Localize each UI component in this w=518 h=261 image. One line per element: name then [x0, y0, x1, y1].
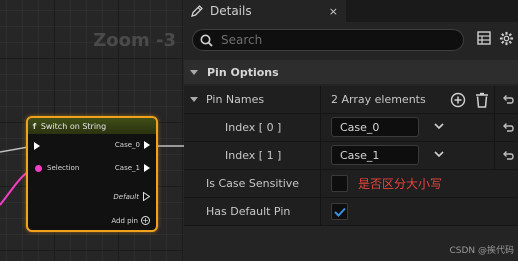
case-0-exec-icon [144, 141, 150, 149]
is-case-sensitive-checkbox[interactable] [331, 175, 348, 192]
pin-names-label: Pin Names [206, 93, 265, 106]
case-1-label: Case_1 [114, 164, 140, 172]
switch-on-string-node[interactable]: f Switch on String Case_0 Selection Case… [26, 116, 158, 232]
search-icon [200, 34, 213, 47]
pin-names-count: 2 Array elements [331, 93, 426, 106]
property-matrix-icon[interactable] [477, 31, 491, 45]
reset-divider [494, 86, 495, 114]
reset-divider [494, 114, 495, 142]
watermark: CSDN @挨代码 [449, 246, 514, 256]
default-label: Default [113, 192, 139, 201]
chevron-down-icon[interactable] [434, 123, 444, 130]
reset-to-default-icon[interactable] [502, 150, 514, 162]
case-1-input[interactable]: Case_1 [331, 145, 419, 165]
index-0-label: Index [ 0 ] [225, 121, 282, 134]
expand-caret-icon[interactable] [190, 97, 198, 102]
case-1-exec-icon [144, 164, 150, 172]
reset-to-default-icon[interactable] [502, 122, 514, 134]
column-divider [320, 142, 321, 170]
checkmark-icon [333, 207, 346, 217]
index-1-label: Index [ 1 ] [225, 149, 282, 162]
search-input[interactable]: Search [192, 29, 464, 51]
settings-gear-icon[interactable] [499, 31, 514, 46]
case-1-pin[interactable]: Case_1 [115, 164, 150, 172]
column-divider [320, 114, 321, 142]
details-panel: Details × Search Pin Options Pin Names 2… [184, 0, 518, 261]
pin-name-row-0: Index [ 0 ] Case_0 [184, 114, 518, 142]
default-pin[interactable]: Default [113, 192, 150, 201]
node-title: Switch on String [40, 121, 107, 131]
pin-name-row-1: Index [ 1 ] Case_1 [184, 142, 518, 170]
case-0-input[interactable]: Case_0 [331, 117, 419, 137]
reset-to-default-icon[interactable] [502, 94, 514, 106]
tab-bar: Details × [184, 0, 518, 22]
add-icon: + [141, 215, 150, 225]
column-divider [320, 86, 321, 114]
search-placeholder: Search [221, 33, 263, 47]
close-icon[interactable]: × [329, 5, 338, 18]
add-pin-button[interactable]: Add pin + [111, 216, 150, 225]
string-pin-icon [35, 164, 42, 172]
is-case-sensitive-row: Is Case Sensitive 是否区分大小写 [184, 170, 518, 198]
zoom-level-label: Zoom -3 [93, 30, 176, 51]
section-title: Pin Options [207, 65, 279, 79]
pin-names-row: Pin Names 2 Array elements [184, 86, 518, 114]
has-default-pin-label: Has Default Pin [206, 205, 291, 218]
has-default-pin-row: Has Default Pin [184, 198, 518, 226]
exec-in-icon [34, 142, 40, 150]
is-case-sensitive-label: Is Case Sensitive [206, 177, 300, 190]
add-pin-label: Add pin [111, 216, 138, 225]
selection-pin[interactable]: Selection [35, 164, 79, 172]
collapse-caret-icon [190, 69, 198, 75]
add-element-icon[interactable] [450, 92, 466, 108]
case-0-pin[interactable]: Case_0 [115, 141, 150, 149]
tab-details[interactable]: Details × [184, 0, 346, 22]
column-divider [320, 198, 321, 226]
tab-title: Details [210, 4, 252, 18]
delete-all-trash-icon[interactable] [475, 92, 489, 108]
chevron-down-icon[interactable] [434, 151, 444, 158]
annotation-text: 是否区分大小写 [358, 177, 443, 191]
has-default-pin-checkbox[interactable] [331, 203, 348, 220]
search-row: Search [184, 22, 518, 58]
details-tab-icon [191, 5, 203, 17]
blueprint-graph[interactable]: Zoom -3 f Switch on String Case_0 Select… [0, 0, 184, 261]
reset-divider [494, 142, 495, 170]
column-divider [320, 170, 321, 198]
exec-in-pin[interactable] [34, 142, 40, 150]
case-0-label: Case_0 [114, 141, 140, 149]
function-icon: f [32, 121, 37, 131]
selection-label: Selection [47, 164, 80, 172]
node-header: f Switch on String [28, 118, 156, 134]
section-pin-options[interactable]: Pin Options [184, 60, 518, 84]
default-exec-icon [143, 192, 150, 201]
